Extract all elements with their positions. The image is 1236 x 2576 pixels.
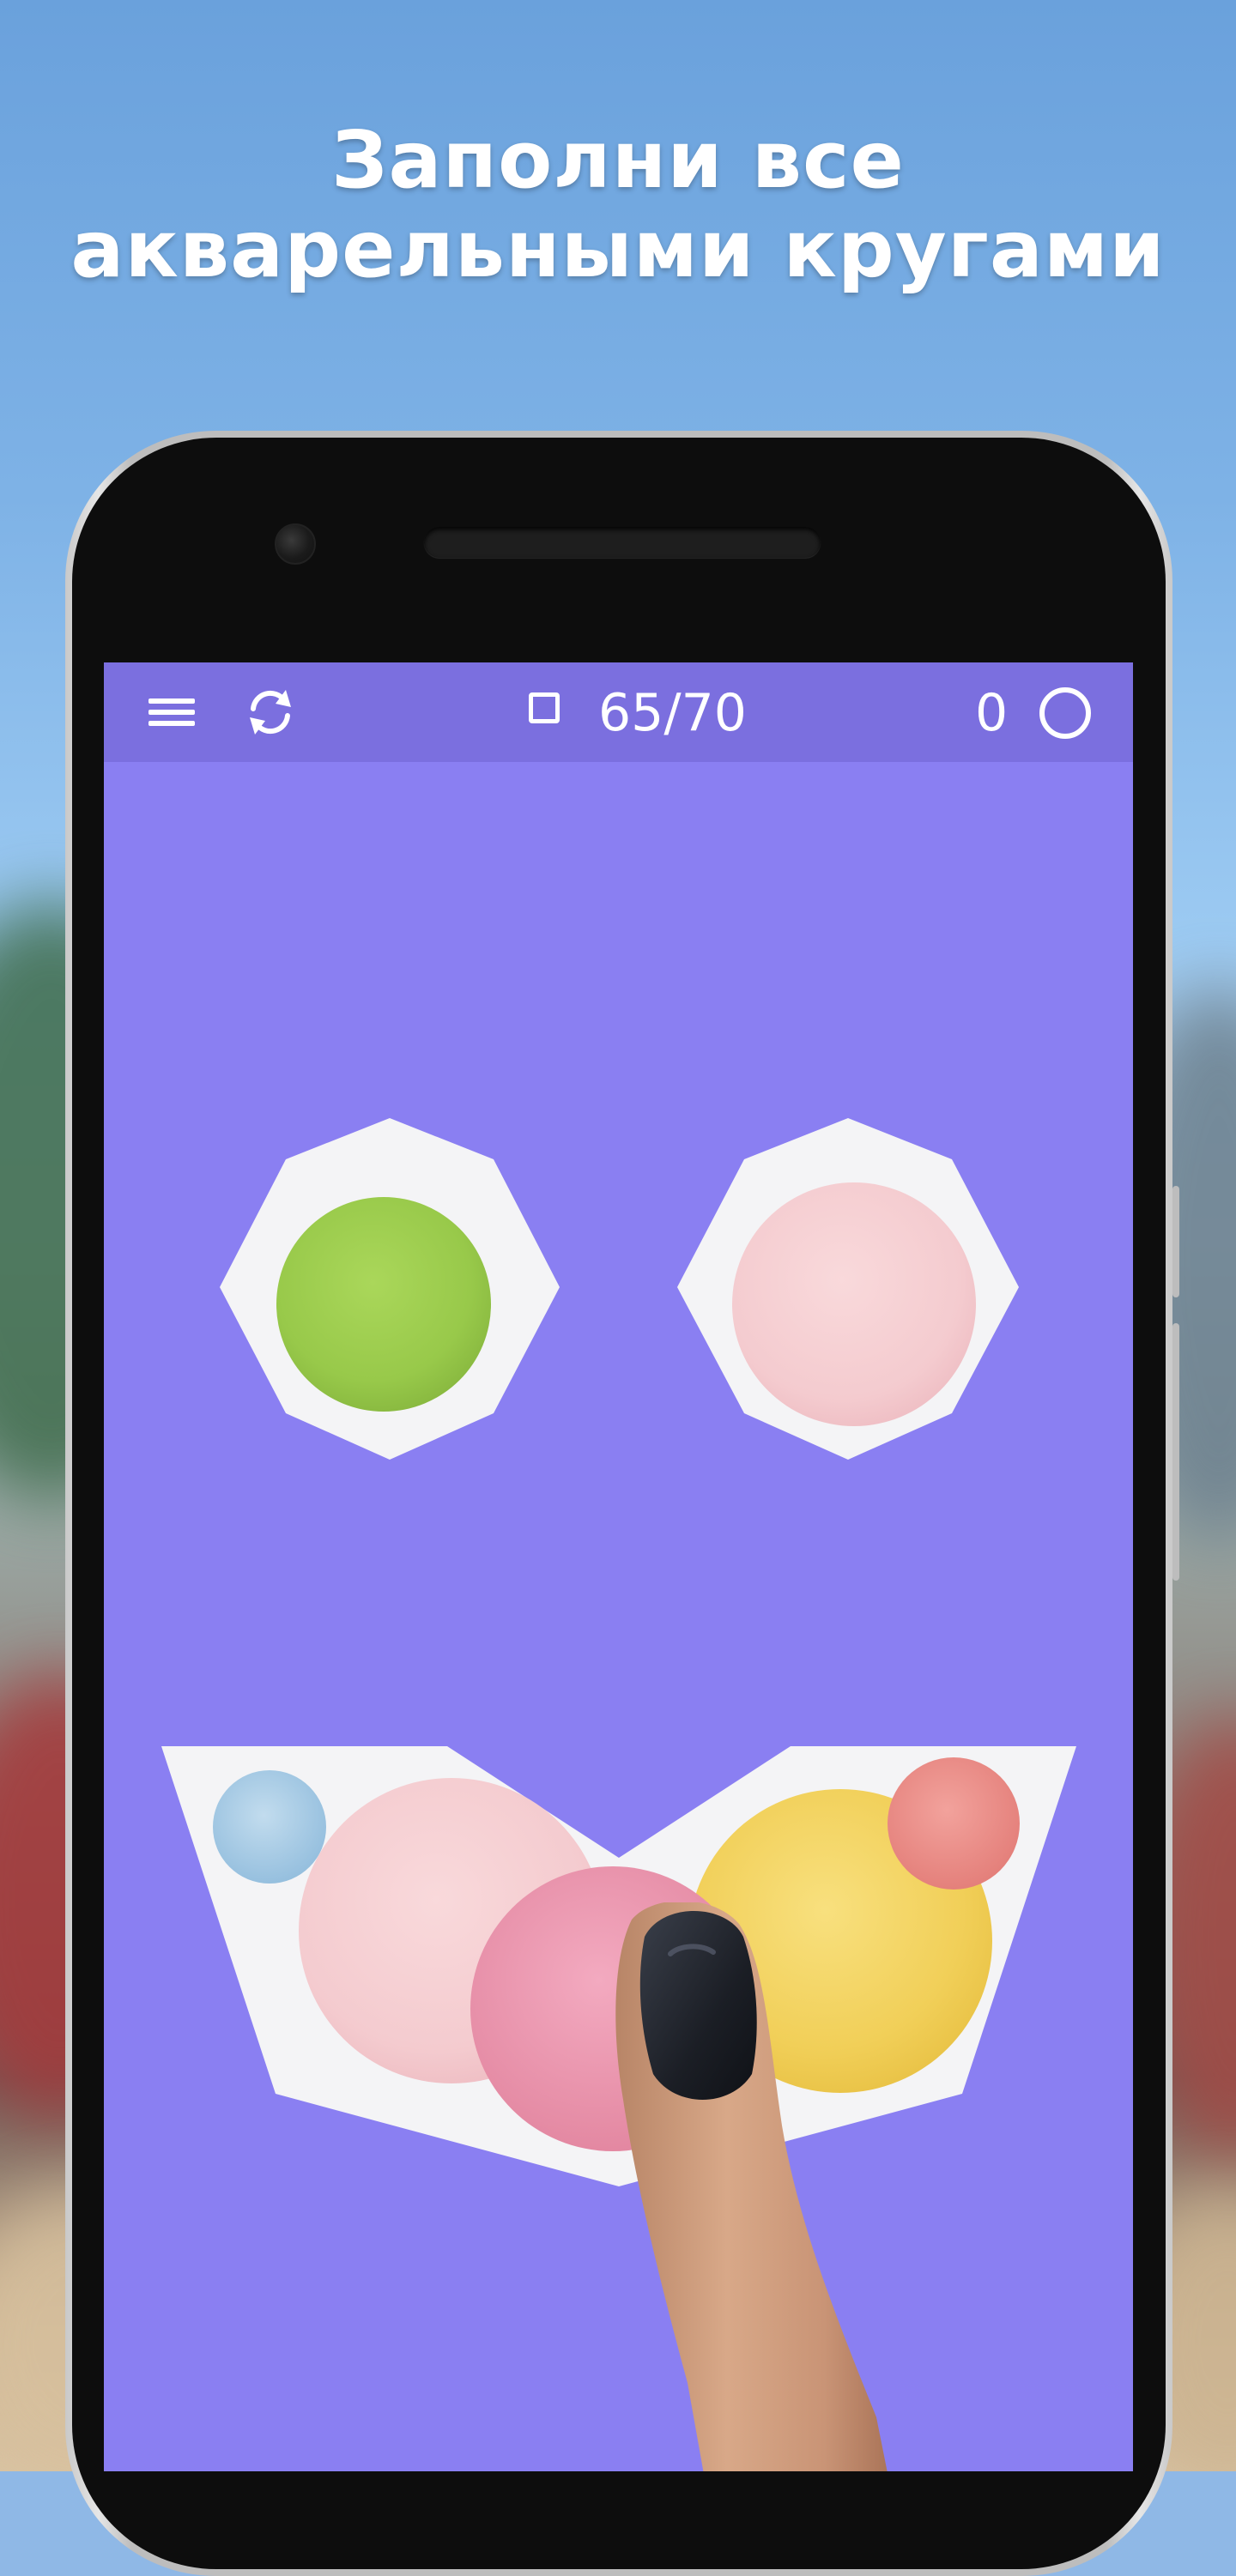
earpiece-speaker xyxy=(424,527,821,558)
watercolor-circle-green xyxy=(276,1197,491,1412)
finger-hand xyxy=(615,1902,888,2471)
watercolor-circle-coral xyxy=(888,1757,1020,1890)
headline-line-2: акварельными кругами xyxy=(70,203,1166,295)
phone-volume-button xyxy=(1172,1323,1179,1581)
app-screen: 65/70 0 xyxy=(104,662,1133,2471)
watercolor-circle-pink-light xyxy=(732,1182,976,1426)
phone-power-button xyxy=(1172,1186,1179,1297)
front-camera xyxy=(275,523,316,565)
headline-line-1: Заполни все xyxy=(331,114,905,206)
promo-headline: Заполни все акварельными кругами xyxy=(0,116,1236,294)
watercolor-circle-blue xyxy=(213,1770,326,1884)
